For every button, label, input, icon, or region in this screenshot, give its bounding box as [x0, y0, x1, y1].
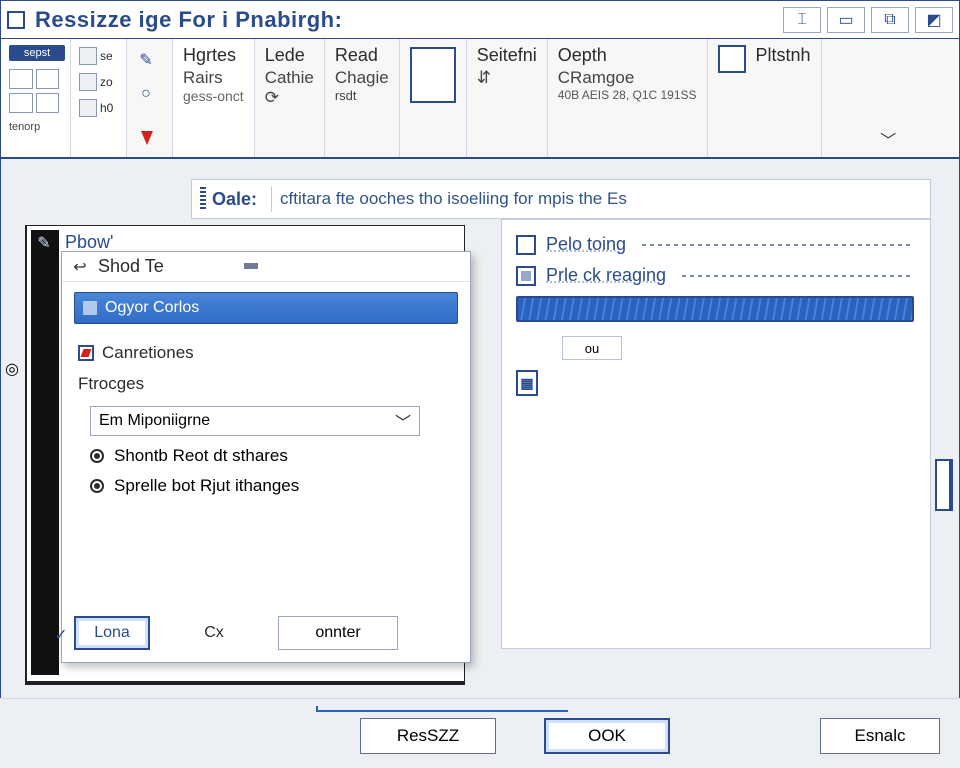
block-icon[interactable]: ▦	[516, 370, 538, 396]
option-row-1[interactable]: Pelo toing	[516, 234, 914, 255]
bottom-bar: ResSZZ OOK Esnalc	[0, 698, 960, 768]
dialog-btn-long[interactable]: Lona	[74, 616, 150, 650]
doc-icon	[7, 11, 25, 29]
section-heading: Ftrocges	[74, 368, 458, 398]
formula-desc: cftitara fte ooches tho isoeliing for mp…	[280, 189, 627, 209]
canvas-title: Pbow'	[65, 232, 113, 253]
ribbon-group-iconblock[interactable]	[400, 39, 467, 157]
ribbon-group-read[interactable]: Read Chagie rsdt	[325, 39, 400, 157]
square-icon	[83, 301, 97, 315]
dialog-body: Ogyor Corlos Canretiones Ftrocges Em Mip…	[62, 282, 470, 506]
option-label: Pelo toing	[546, 234, 626, 255]
list-item-label: Ogyor Corlos	[105, 299, 199, 317]
option-label: Prle ck reaging	[546, 265, 666, 286]
titlebar: Ressizze ige For i Pnabirgh: ⌶ ▭ ⧉ ◩	[1, 1, 959, 39]
side-tool-button[interactable]: ◎	[5, 359, 19, 379]
chevron-down-icon: ﹀	[880, 127, 896, 151]
pen-icon[interactable]: ✎	[35, 234, 53, 252]
checkbox-icon[interactable]	[516, 235, 536, 255]
red-pointer-icon	[141, 131, 153, 145]
ribbon-group-hgrtes[interactable]: Hgrtes Rairs gess-onct	[173, 39, 255, 157]
radio-selected-icon[interactable]	[90, 479, 104, 493]
settings-dialog: ↩ Shod Te Ogyor Corlos Canretiones Ftroc…	[61, 251, 471, 663]
dialog-title: Shod Te	[98, 256, 164, 277]
ribbon-small-btn[interactable]: se	[79, 45, 118, 67]
workspace: Oale: cftitara fte ooches tho isoeliing …	[1, 159, 959, 697]
dialog-buttons: Lona Cx onnter	[74, 616, 398, 650]
ribbon-mini-icon[interactable]	[9, 93, 33, 113]
ribbon-col-0: sepst tenorp	[1, 39, 71, 157]
list-item-label: Canretiones	[102, 343, 194, 363]
dialog-header[interactable]: ↩ Shod Te	[62, 252, 470, 282]
ribbon-small-btn[interactable]: h0	[79, 97, 118, 119]
page-stack-icon	[410, 47, 456, 103]
checkbox-iconed[interactable]	[516, 266, 536, 286]
selection-outline	[316, 706, 568, 712]
resize-button[interactable]: ResSZZ	[360, 718, 496, 754]
titlebar-btn-4[interactable]: ◩	[915, 7, 953, 33]
titlebar-btn-3[interactable]: ⧉	[871, 7, 909, 33]
list-item-selected[interactable]: Ogyor Corlos	[74, 292, 458, 324]
dash-line	[642, 244, 914, 246]
ribbon: sepst tenorp se zo h0 ✎ ○ Hgrtes Rairs g…	[1, 39, 959, 159]
canvas-tool-strip: ✎	[31, 230, 59, 675]
ribbon-collapse[interactable]: ﹀	[822, 39, 959, 157]
divider	[271, 186, 272, 212]
copy-icon	[718, 45, 746, 73]
list-item[interactable]: Canretiones	[74, 338, 458, 368]
dropdown[interactable]: Em Miponiigrne ﹀	[90, 406, 420, 436]
dash-line	[682, 275, 914, 277]
scroll-handle[interactable]	[935, 459, 953, 511]
ribbon-col-1: se zo h0	[71, 39, 127, 157]
radio-option-1[interactable]: Shontb Reot dt sthares	[90, 446, 454, 466]
ribbon-group-oepth[interactable]: Oepth CRamgoe 40B AEIS 28, Q1C 191SS	[548, 39, 708, 157]
pencil-icon[interactable]: ✎	[135, 49, 157, 71]
options-pane: Pelo toing Prle ck reaging ou ▦	[501, 219, 931, 649]
radio-label: Sprelle bot Rjut ithanges	[114, 476, 299, 496]
progress-bar	[516, 296, 914, 322]
window-title: Ressizze ige For i Pnabirgh:	[35, 7, 342, 33]
dropdown-value: Em Miponiigrne	[99, 412, 210, 430]
drag-handle-icon[interactable]	[244, 263, 258, 269]
ribbon-group-lede[interactable]: Lede Cathie ⟳	[255, 39, 325, 157]
small-input[interactable]: ou	[562, 336, 622, 360]
radio-label: Shontb Reot dt sthares	[114, 446, 288, 466]
dialog-btn-onner[interactable]: onnter	[278, 616, 398, 650]
ribbon-mini-icon[interactable]	[36, 69, 60, 89]
formula-label: Oale:	[212, 189, 257, 210]
cancel-button[interactable]: Esnalc	[820, 718, 940, 754]
ribbon-col0-label: tenorp	[9, 121, 62, 133]
formula-bar: Oale: cftitara fte ooches tho isoeliing …	[191, 179, 931, 219]
titlebar-btn-2[interactable]: ▭	[827, 7, 865, 33]
back-arrow-icon[interactable]: ↩	[70, 257, 90, 277]
checkbox-checked-icon[interactable]	[78, 345, 94, 361]
ribbon-group-seitefni[interactable]: Seitefni ⇵	[467, 39, 548, 157]
app-window: Ressizze ige For i Pnabirgh: ⌶ ▭ ⧉ ◩ sep…	[0, 0, 960, 768]
ribbon-tab[interactable]: sepst	[9, 45, 65, 61]
ribbon-mini-icon[interactable]	[36, 93, 60, 113]
ok-button[interactable]: OOK	[544, 718, 670, 754]
radio-icon[interactable]: ○	[135, 83, 157, 105]
radio-option-2[interactable]: Sprelle bot Rjut ithanges	[90, 476, 454, 496]
check-icon: ✓	[52, 626, 70, 644]
ribbon-mini-icon[interactable]	[9, 69, 33, 89]
option-row-2[interactable]: Prle ck reaging	[516, 265, 914, 286]
ribbon-col-2: ✎ ○	[127, 39, 173, 157]
ribbon-small-btn[interactable]: zo	[79, 71, 118, 93]
radio-selected-icon[interactable]	[90, 449, 104, 463]
ribbon-group-pltstnh[interactable]: Pltstnh	[708, 39, 822, 157]
chevron-down-icon: ﹀	[395, 409, 411, 433]
dialog-btn-ok[interactable]: Cx	[176, 616, 252, 650]
titlebar-btn-1[interactable]: ⌶	[783, 7, 821, 33]
drag-handle-icon[interactable]	[200, 187, 206, 211]
